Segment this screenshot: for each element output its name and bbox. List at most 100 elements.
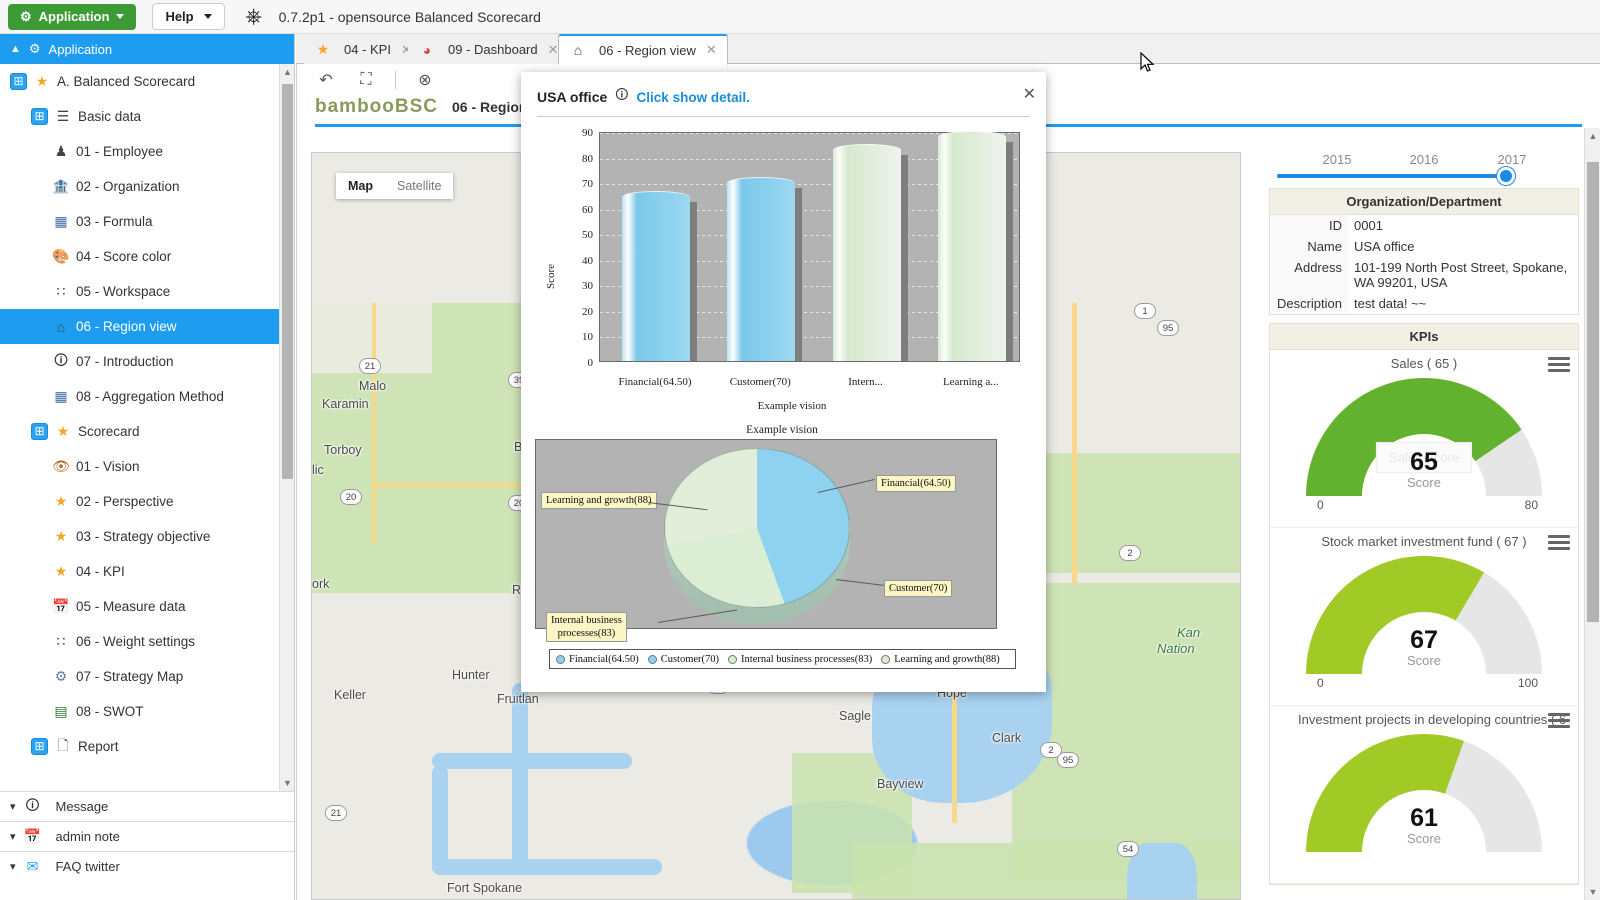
x-tick-label: Intern...: [848, 376, 883, 388]
map-type-map[interactable]: Map: [336, 173, 385, 199]
sidebar-item-06-region-view[interactable]: ⌂06 - Region view: [0, 309, 294, 344]
year-label-2016[interactable]: 2016: [1410, 152, 1439, 167]
power-icon[interactable]: ⎈: [243, 6, 265, 28]
gauge-title: Investment projects in developing countr…: [1270, 712, 1578, 727]
legend-item: Internal business processes(83): [728, 654, 872, 665]
sidebar-item-05-workspace[interactable]: ∷05 - Workspace: [0, 274, 294, 309]
sidebar-item-08-aggregation-method[interactable]: ▦08 - Aggregation Method: [0, 379, 294, 414]
sidebar-item-06-weight-settings[interactable]: ∷ 06 - Weight settings: [0, 624, 294, 659]
close-icon[interactable]: ✕: [1023, 84, 1036, 104]
tab-09-dashboard[interactable]: ◕09 - Dashboard✕: [408, 34, 569, 65]
sidebar-item-label: 03 - Strategy objective: [76, 529, 210, 544]
year-slider-knob[interactable]: [1497, 167, 1515, 185]
legend-swatch: [556, 655, 565, 664]
scroll-down-icon[interactable]: ▼: [280, 775, 294, 791]
bar: [833, 149, 901, 361]
chevron-down-icon: [116, 14, 124, 19]
sidebar-item-02-organization[interactable]: 🏦02 - Organization: [0, 169, 294, 204]
sidebar-panel-application[interactable]: ▲ ⚙ Application: [0, 34, 294, 64]
gauge-unit: Score: [1407, 831, 1441, 846]
palette-icon: 🎨: [52, 248, 70, 266]
bar-cap: [938, 131, 1006, 137]
y-tick-label: 70: [582, 178, 593, 190]
close-icon[interactable]: ✕: [706, 42, 717, 58]
sidebar-item-07-strategy-map[interactable]: ⚙07 - Strategy Map: [0, 659, 294, 694]
close-icon[interactable]: ✕: [548, 42, 559, 58]
map-label: Fort Spokane: [447, 881, 522, 895]
map-type-satellite[interactable]: Satellite: [385, 173, 453, 199]
year-label-2017[interactable]: 2017: [1498, 152, 1527, 167]
table-icon: ▦: [52, 388, 70, 406]
expand-toggle-icon[interactable]: ⊞: [31, 738, 48, 755]
legend-swatch: [881, 655, 890, 664]
fullscreen-icon[interactable]: ⛶: [355, 69, 377, 91]
sidebar-panel-faq-twitter[interactable]: ▾✉FAQ twitter: [0, 851, 294, 881]
scroll-down-icon[interactable]: ▼: [1585, 884, 1600, 900]
gauge-value-block: 67Score: [1407, 626, 1441, 668]
sidebar-panel-message[interactable]: ▾🛈Message: [0, 791, 294, 821]
sidebar-panel-admin-note[interactable]: ▾📅admin note: [0, 821, 294, 851]
pie-callout-financial: Financial(64.50): [876, 475, 956, 492]
gauge-menu-icon[interactable]: [1548, 710, 1570, 731]
pie-callout-internal-line2: processes(83): [558, 628, 616, 639]
sidebar-item-01-vision[interactable]: 👁01 - Vision: [0, 449, 294, 484]
map-label: lic: [312, 463, 324, 477]
expand-toggle-icon[interactable]: ⊞: [10, 73, 27, 90]
sidebar-item-label: 06 - Weight settings: [76, 634, 195, 649]
year-slider[interactable]: 2015 2016 2017: [1269, 152, 1579, 188]
tab-label: 04 - KPI: [344, 42, 391, 57]
home-icon: ⌂: [569, 41, 587, 59]
expand-toggle-icon[interactable]: ⊞: [31, 108, 48, 125]
expand-toggle-icon[interactable]: ⊞: [31, 423, 48, 440]
y-tick-label: 10: [582, 331, 593, 343]
gauge-unit: Score: [1407, 653, 1441, 668]
sidebar-item-basic-data[interactable]: ⊞☰Basic data: [0, 99, 294, 134]
gauge-menu-icon[interactable]: [1548, 532, 1570, 553]
map-type-control[interactable]: MapSatellite: [336, 173, 453, 199]
y-tick-label: 80: [582, 153, 593, 165]
x-tick-label: Customer(70): [730, 376, 791, 388]
bar-shadow: [901, 155, 908, 361]
show-detail-link[interactable]: Click show detail.: [637, 90, 750, 105]
org-row: Address101-199 North Post Street, Spokan…: [1270, 257, 1578, 293]
sidebar-scroll-thumb[interactable]: [282, 84, 293, 479]
sidebar-item-scorecard[interactable]: ⊞★Scorecard: [0, 414, 294, 449]
sidebar-item-04-score-color[interactable]: 🎨04 - Score color: [0, 239, 294, 274]
sidebar-item-01-employee[interactable]: ♟01 - Employee: [0, 134, 294, 169]
sidebar-item-report[interactable]: ⊞🗋Report: [0, 729, 294, 764]
eye-icon: 👁: [52, 458, 70, 476]
tab-04-kpi[interactable]: ★04 - KPI✕: [304, 34, 422, 65]
year-label-2015[interactable]: 2015: [1323, 152, 1352, 167]
gauge-menu-icon[interactable]: [1548, 354, 1570, 375]
sidebar-item-05-measure-data[interactable]: 📅05 - Measure data: [0, 589, 294, 624]
content-scroll-thumb[interactable]: [1587, 162, 1599, 622]
map-label: Bayview: [877, 777, 924, 791]
grid-icon: ∷: [52, 633, 70, 651]
tab-label: 09 - Dashboard: [448, 42, 538, 57]
y-tick-label: 30: [582, 280, 593, 292]
scroll-up-icon[interactable]: ▲: [1585, 128, 1600, 144]
tab-06-region-view[interactable]: ⌂06 - Region view✕: [558, 34, 728, 65]
legend-label: Financial(64.50): [569, 654, 639, 665]
sidebar-item-07-introduction[interactable]: 🛈07 - Introduction: [0, 344, 294, 379]
scroll-up-icon[interactable]: ▲: [280, 64, 294, 80]
sidebar-item-08-swot[interactable]: ▤08 - SWOT: [0, 694, 294, 729]
sidebar-item-02-perspective[interactable]: ★02 - Perspective: [0, 484, 294, 519]
content-scrollbar[interactable]: ▲ ▼: [1584, 128, 1600, 900]
year-slider-track[interactable]: [1277, 174, 1499, 178]
sidebar-item-label: 04 - KPI: [76, 564, 125, 579]
sidebar-item-a-balanced-scorecard[interactable]: ⊞★A. Balanced Scorecard: [0, 64, 294, 99]
sidebar-item-03-formula[interactable]: ▦03 - Formula: [0, 204, 294, 239]
close-circle-icon[interactable]: ⊗: [414, 69, 436, 91]
application-menu-button[interactable]: ⚙ Application: [8, 4, 136, 30]
star-icon: ★: [52, 493, 70, 511]
sidebar-scrollbar[interactable]: ▲ ▼: [279, 64, 294, 791]
star-icon: ★: [314, 41, 332, 59]
chevron-up-icon: ▲: [10, 43, 21, 55]
undo-icon[interactable]: ↶: [315, 69, 337, 91]
user-icon: ♟: [52, 143, 70, 161]
sidebar-item-03-strategy-objective[interactable]: ★03 - Strategy objective: [0, 519, 294, 554]
org-row-value: test data! ~~: [1348, 293, 1432, 314]
sidebar-item-04-kpi[interactable]: ★04 - KPI: [0, 554, 294, 589]
help-menu-button[interactable]: Help: [152, 3, 224, 30]
